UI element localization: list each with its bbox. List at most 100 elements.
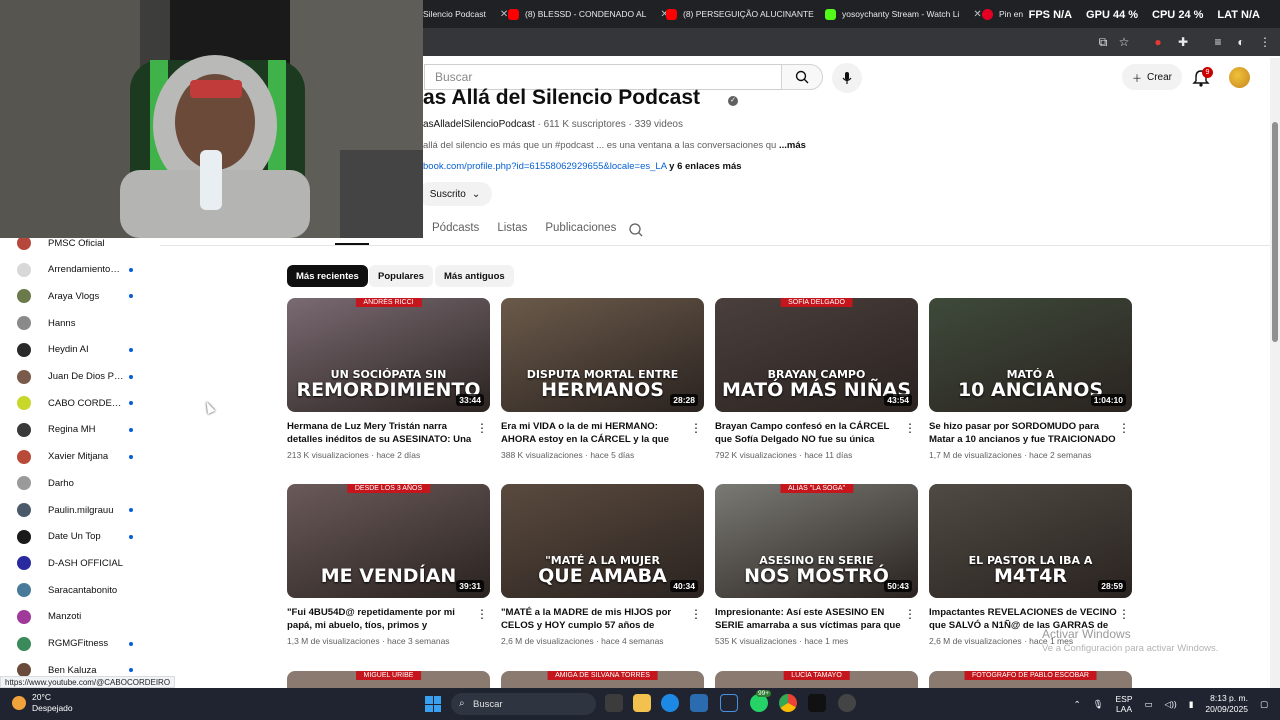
more-options-icon[interactable]: ⋮	[476, 422, 488, 434]
profile-icon[interactable]: ◐	[1233, 34, 1249, 50]
video-card[interactable]: EL PASTOR LA IBA A M4T4R 28:59 Impactantes …	[929, 484, 1132, 646]
video-title[interactable]: Hermana de Luz Mery Tristán narra detall…	[287, 420, 490, 446]
more-options-icon[interactable]: ⋮	[904, 422, 916, 434]
sidebar-channel-item[interactable]: Heydin AI	[17, 340, 157, 360]
search-button[interactable]	[781, 64, 823, 90]
more-options-icon[interactable]: ⋮	[904, 608, 916, 620]
browser-tab[interactable]: (8) BLESSD - CONDENADO AL ✕	[508, 4, 669, 24]
notification-center-icon[interactable]: ▢	[1260, 699, 1268, 710]
weather-widget[interactable]: 20°C Despejado	[12, 692, 73, 714]
browser-tab[interactable]: Silencio Podcast ✕	[423, 4, 508, 24]
chrome-icon[interactable]	[779, 694, 797, 712]
video-thumbnail-partial[interactable]: AMIGA DE SILVANA TORRES	[501, 671, 704, 688]
create-button[interactable]: ＋ Crear	[1122, 64, 1182, 90]
filter-popular[interactable]: Populares	[369, 265, 433, 287]
media-icon[interactable]: ≡	[1210, 34, 1226, 50]
sidebar-channel-item[interactable]: Paulin.milgrauu	[17, 500, 157, 520]
video-title[interactable]: "Fui 4BU54D@ repetidamente por mi papá, …	[287, 606, 490, 632]
volume-icon[interactable]: ◁))	[1165, 699, 1177, 710]
video-thumbnail[interactable]: "MATÉ A LA MUJER QUE AMABA 40:34	[501, 484, 704, 598]
install-icon[interactable]: ⧉	[1095, 34, 1111, 50]
user-avatar[interactable]	[1229, 67, 1250, 88]
video-title[interactable]: Era mi VIDA o la de mi HERMANO: AHORA es…	[501, 420, 704, 446]
video-thumbnail-partial[interactable]: LUCÍA TAMAYO	[715, 671, 918, 688]
file-explorer-icon[interactable]	[633, 694, 651, 712]
more-links[interactable]: y 6 enlaces más	[669, 161, 741, 172]
taskbar-search[interactable]: ⌕ Buscar	[451, 693, 596, 715]
scrollbar-thumb[interactable]	[1272, 122, 1278, 342]
video-thumbnail-partial[interactable]: MIGUEL URIBE	[287, 671, 490, 688]
tiktok-icon[interactable]	[808, 694, 826, 712]
star-icon[interactable]: ☆	[1116, 34, 1132, 50]
network-icon[interactable]: ▭	[1145, 699, 1153, 710]
language-indicator[interactable]: ESP LAA	[1115, 694, 1132, 714]
filter-latest[interactable]: Más recientes	[287, 265, 368, 287]
chevron-up-icon[interactable]: ⌃	[1074, 699, 1081, 710]
sidebar-channel-item[interactable]: RGMGFitness	[17, 634, 157, 654]
video-thumbnail-partial[interactable]: FOTÓGRAFO DE PABLO ESCOBAR	[929, 671, 1132, 688]
video-title[interactable]: Brayan Campo confesó en la CÁRCEL que So…	[715, 420, 918, 446]
browser-tab[interactable]: yosoychanty Stream - Watch Li ✕	[825, 4, 982, 24]
sidebar-channel-item[interactable]: Juan De Dios Pa...	[17, 367, 157, 387]
sidebar-channel-item[interactable]: Araya Vlogs	[17, 286, 157, 306]
sidebar-channel-item[interactable]: Date Un Top	[17, 527, 157, 547]
video-thumbnail[interactable]: EL PASTOR LA IBA A M4T4R 28:59	[929, 484, 1132, 598]
video-card[interactable]: ANDRÉS RICCI UN SOCIÓPATA SIN REMORDIMIENT…	[287, 298, 490, 460]
channel-description[interactable]: allá del silencio es más que un #podcast…	[423, 140, 806, 151]
more-options-icon[interactable]: ⋮	[1118, 608, 1130, 620]
sidebar-channel-item[interactable]: CABO CORDEIRO	[17, 393, 157, 413]
puzzle-icon[interactable]: ✚	[1175, 34, 1191, 50]
subscribed-button[interactable]: Suscrito ⌄	[418, 182, 492, 206]
sidebar-channel-item[interactable]: Hanns	[17, 313, 157, 333]
sidebar-channel-item[interactable]: Xavier Mitjana	[17, 447, 157, 467]
extension-icon[interactable]: ●	[1150, 34, 1166, 50]
obs-icon[interactable]	[838, 694, 856, 712]
app-icon[interactable]	[720, 694, 738, 712]
sidebar-channel-item[interactable]: Darho	[17, 473, 157, 493]
store-icon[interactable]	[690, 694, 708, 712]
filter-oldest[interactable]: Más antiguos	[435, 265, 514, 287]
video-card[interactable]: DESDE LOS 3 AÑOS ME VENDÍAN 39:31 "Fui 4BU5…	[287, 484, 490, 646]
video-card[interactable]: DISPUTA MORTAL ENTRE HERMANOS 28:28 Era mi …	[501, 298, 704, 460]
video-thumbnail[interactable]: ANDRÉS RICCI UN SOCIÓPATA SIN REMORDIMIENT…	[287, 298, 490, 412]
video-card[interactable]: MATÓ A 10 ANCIANOS 1:04:10 Se hizo pasar po…	[929, 298, 1132, 460]
sidebar-channel-item[interactable]: Regina MH	[17, 420, 157, 440]
browser-tab[interactable]: Pin en	[982, 4, 1023, 24]
clock[interactable]: 8:13 p. m. 20/09/2025	[1205, 693, 1248, 715]
video-thumbnail[interactable]: DESDE LOS 3 AÑOS ME VENDÍAN 39:31	[287, 484, 490, 598]
more-options-icon[interactable]: ⋮	[1118, 422, 1130, 434]
microphone-icon[interactable]: 🎙	[1093, 699, 1104, 710]
video-title[interactable]: "MATÉ a la MADRE de mis HIJOS por CELOS …	[501, 606, 704, 632]
video-card[interactable]: ALIAS "LA SOGA" ASESINO EN SERIE NOS MOSTR…	[715, 484, 918, 646]
close-icon[interactable]: ✕	[500, 9, 508, 20]
voice-search-button[interactable]	[832, 63, 862, 93]
more-options-icon[interactable]: ⋮	[690, 608, 702, 620]
tab-podcasts[interactable]: Pódcasts	[432, 222, 479, 234]
sidebar-channel-item[interactable]: Arrendamientos ...	[17, 260, 157, 280]
tab-posts[interactable]: Publicaciones	[545, 222, 616, 234]
video-thumbnail[interactable]: MATÓ A 10 ANCIANOS 1:04:10	[929, 298, 1132, 412]
video-card[interactable]: "MATÉ A LA MUJER QUE AMABA 40:34 "MATÉ a la…	[501, 484, 704, 646]
menu-icon[interactable]: ⋮	[1257, 34, 1273, 50]
browser-tab[interactable]: (8) PERSEGUIÇÃO ALUCINANTE✕	[666, 4, 836, 24]
more-options-icon[interactable]: ⋮	[476, 608, 488, 620]
task-view-icon[interactable]	[605, 694, 623, 712]
edge-icon[interactable]	[661, 694, 679, 712]
close-icon[interactable]: ✕	[973, 9, 981, 20]
video-thumbnail[interactable]: ALIAS "LA SOGA" ASESINO EN SERIE NOS MOSTR…	[715, 484, 918, 598]
video-title[interactable]: Se hizo pasar por SORDOMUDO para Matar a…	[929, 420, 1132, 446]
start-button[interactable]	[425, 696, 441, 712]
channel-search-icon[interactable]	[628, 222, 644, 238]
video-thumbnail[interactable]: SOFÍA DELGADO BRAYAN CAMPO MATÓ MÁS NIÑAS 4…	[715, 298, 918, 412]
facebook-link[interactable]: book.com/profile.php?id=61558062929655&l…	[423, 161, 667, 172]
sidebar-channel-item[interactable]: D-ASH OFFICIAL	[17, 553, 157, 573]
sidebar-channel-item[interactable]: PMSC Oficial	[17, 238, 157, 253]
video-thumbnail[interactable]: DISPUTA MORTAL ENTRE HERMANOS 28:28	[501, 298, 704, 412]
video-title[interactable]: Impresionante: Así este ASESINO EN SERIE…	[715, 606, 918, 632]
sidebar-channel-item[interactable]: Manzoti	[17, 607, 157, 627]
battery-icon[interactable]: ▮	[1189, 699, 1194, 710]
video-card[interactable]: SOFÍA DELGADO BRAYAN CAMPO MATÓ MÁS NIÑAS 4…	[715, 298, 918, 460]
more-options-icon[interactable]: ⋮	[690, 422, 702, 434]
more-link[interactable]: ...más	[779, 140, 806, 151]
tab-playlists[interactable]: Listas	[497, 222, 527, 234]
